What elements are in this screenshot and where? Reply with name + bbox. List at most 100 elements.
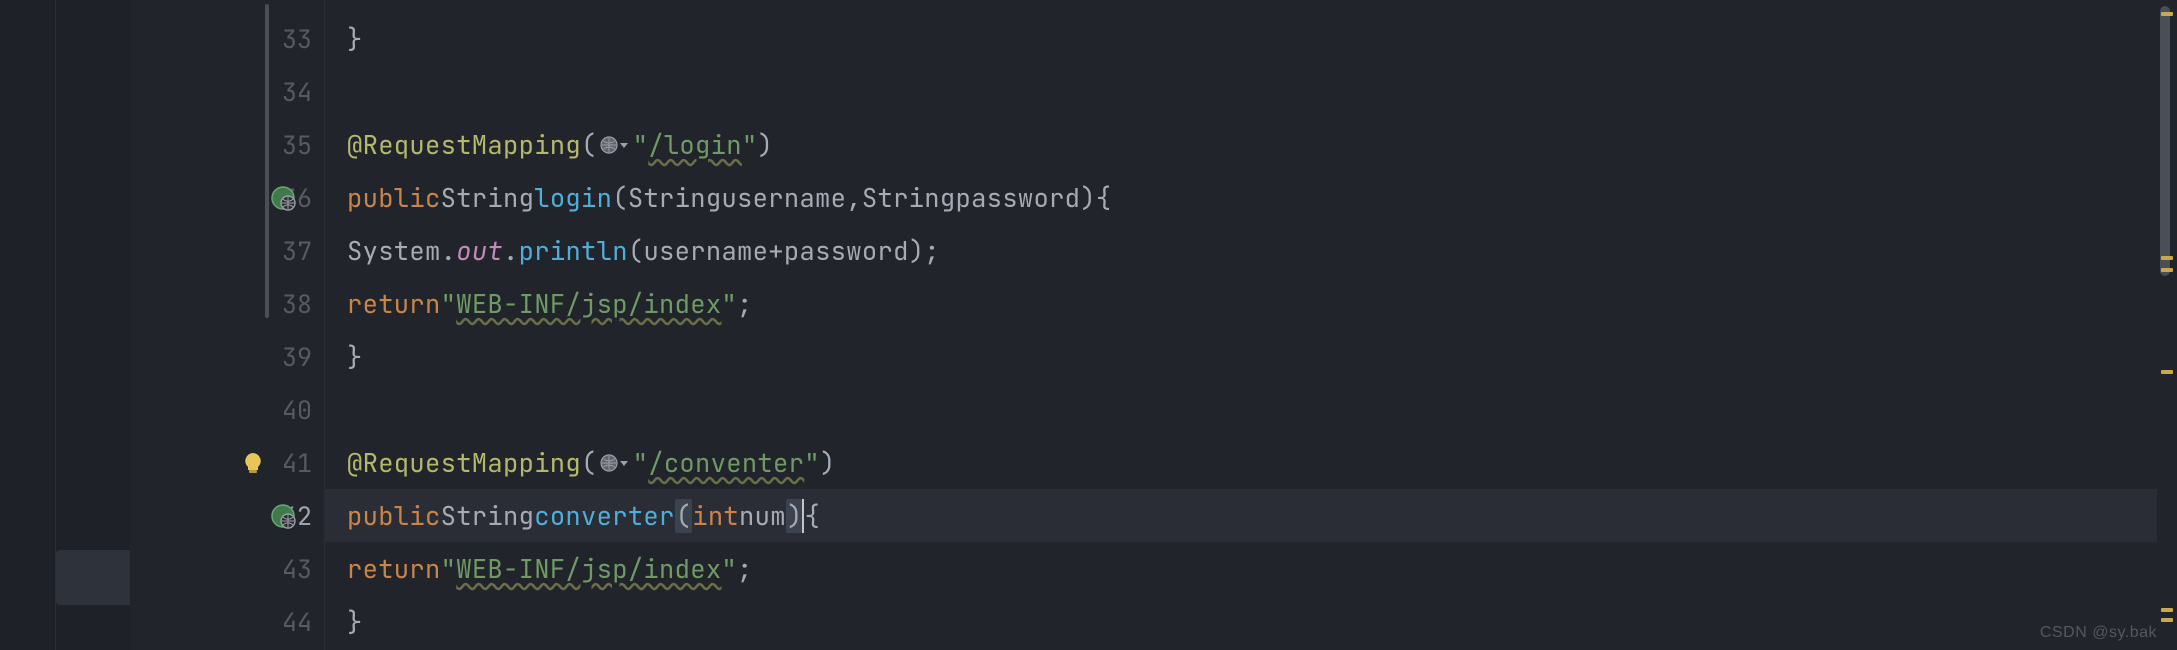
punctuation: . <box>441 234 457 268</box>
gutter-line-40[interactable]: 40 <box>130 383 324 436</box>
gutter-line-37[interactable]: 37 <box>130 224 324 277</box>
type: String <box>628 181 722 215</box>
code-line-43[interactable]: return "WEB-INF/jsp/index"; <box>325 542 2157 595</box>
punctuation: ) <box>909 234 925 268</box>
string: " <box>633 128 649 162</box>
string: " <box>633 446 649 480</box>
type: String <box>441 181 535 215</box>
identifier: username <box>721 181 846 215</box>
code-line-37[interactable]: System.out.println(username + password); <box>325 224 2157 277</box>
punctuation: ( <box>628 234 644 268</box>
string: /login <box>648 128 742 162</box>
punctuation: ( <box>581 446 597 480</box>
string: WEB-INF/jsp/index <box>456 552 721 586</box>
identifier: password <box>784 234 909 268</box>
gutter-line-38[interactable]: 38 <box>130 277 324 330</box>
code-line-40[interactable] <box>325 383 2157 436</box>
punctuation: } <box>347 605 363 639</box>
punctuation: ( <box>612 181 628 215</box>
identifier: System <box>347 234 441 268</box>
keyword: public <box>347 181 441 215</box>
warning-marker[interactable] <box>2161 370 2173 374</box>
punctuation: ; <box>737 552 753 586</box>
web-endpoint-icon[interactable] <box>270 185 296 211</box>
code-line-42[interactable]: public String converter(int num) { <box>325 489 2157 542</box>
code-line-39[interactable]: } <box>325 330 2157 383</box>
code-line-33[interactable]: } <box>325 12 2157 65</box>
warning-marker[interactable] <box>2161 608 2173 612</box>
code-line-44[interactable]: } <box>325 595 2157 648</box>
code-line-41[interactable]: @RequestMapping("/conventer") <box>325 436 2157 489</box>
warning-marker[interactable] <box>2161 256 2173 260</box>
line-number: 41 <box>282 446 312 480</box>
keyword: return <box>347 552 441 586</box>
punctuation: ; <box>924 234 940 268</box>
gutter-line-34[interactable]: 34 <box>130 65 324 118</box>
warning-marker[interactable] <box>2161 268 2173 272</box>
url-globe-icon[interactable] <box>599 453 631 473</box>
gutter-line-33[interactable]: 33 <box>130 12 324 65</box>
parameter: num <box>739 499 786 533</box>
code-editor[interactable]: 33 34 3536 37 38 39 40 41 42 43 44 } @RequestMappi… <box>130 0 2177 650</box>
punctuation: ) <box>820 446 836 480</box>
editor-root: 33 34 3536 37 38 39 40 41 42 43 44 } @RequestMappi… <box>0 0 2177 650</box>
annotation: @RequestMapping <box>347 446 581 480</box>
gutter-line-43[interactable]: 43 <box>130 542 324 595</box>
string: " <box>441 552 457 586</box>
punctuation: ) <box>757 128 773 162</box>
function-name: converter <box>534 499 674 533</box>
line-number: 40 <box>282 393 312 427</box>
brace-highlight: ) <box>786 499 804 533</box>
keyword: return <box>347 287 441 321</box>
annotation: @RequestMapping <box>347 128 581 162</box>
gutter-line-44[interactable]: 44 <box>130 595 324 648</box>
type: String <box>862 181 956 215</box>
gutter-line-39[interactable]: 39 <box>130 330 324 383</box>
gutter-line-35[interactable]: 35 <box>130 118 324 171</box>
line-number: 44 <box>282 605 312 639</box>
type: String <box>441 499 535 533</box>
identifier: password <box>955 181 1080 215</box>
code-area[interactable]: } @RequestMapping("/login") public Strin… <box>325 0 2157 650</box>
web-endpoint-icon[interactable] <box>270 503 296 529</box>
code-line-34[interactable] <box>325 65 2157 118</box>
static-field: out <box>456 234 503 268</box>
line-number: 43 <box>282 552 312 586</box>
project-tool-panel[interactable] <box>55 0 130 650</box>
warning-marker[interactable] <box>2161 618 2173 622</box>
intention-bulb-icon[interactable] <box>240 450 266 476</box>
line-number: 37 <box>282 234 312 268</box>
brace-highlight: ( <box>675 499 693 533</box>
code-line-35[interactable]: @RequestMapping("/login") <box>325 118 2157 171</box>
gutter-line-42[interactable]: 42 <box>130 489 324 542</box>
keyword: public <box>347 499 441 533</box>
line-number: 34 <box>282 75 312 109</box>
gutter-line-36[interactable]: 36 <box>130 171 324 224</box>
line-number: 38 <box>282 287 312 321</box>
code-line-36[interactable]: public String login(String username,Stri… <box>325 171 2157 224</box>
keyword: int <box>692 499 739 533</box>
scrollbar-track[interactable] <box>2157 0 2177 650</box>
scrollbar-thumb[interactable] <box>2160 6 2170 276</box>
punctuation: { <box>1096 181 1112 215</box>
punctuation: + <box>768 234 784 268</box>
string: " <box>721 552 737 586</box>
string: " <box>441 287 457 321</box>
function-name: login <box>534 181 612 215</box>
warning-marker[interactable] <box>2161 12 2173 16</box>
string: /conventer <box>648 446 804 480</box>
punctuation: , <box>846 181 862 215</box>
string: " <box>721 287 737 321</box>
punctuation: { <box>804 499 820 533</box>
gutter-line-41[interactable]: 41 <box>130 436 324 489</box>
code-line-38[interactable]: return "WEB-INF/jsp/index"; <box>325 277 2157 330</box>
line-gutter[interactable]: 33 34 3536 37 38 39 40 41 42 43 44 <box>130 0 325 650</box>
punctuation: ( <box>581 128 597 162</box>
punctuation: ; <box>737 287 753 321</box>
string: WEB-INF/jsp/index <box>456 287 721 321</box>
punctuation: ) <box>1080 181 1096 215</box>
watermark-text: CSDN @sy.bak <box>2040 624 2157 642</box>
url-globe-icon[interactable] <box>599 135 631 155</box>
tool-window-bar[interactable] <box>0 0 55 650</box>
line-number: 39 <box>282 340 312 374</box>
